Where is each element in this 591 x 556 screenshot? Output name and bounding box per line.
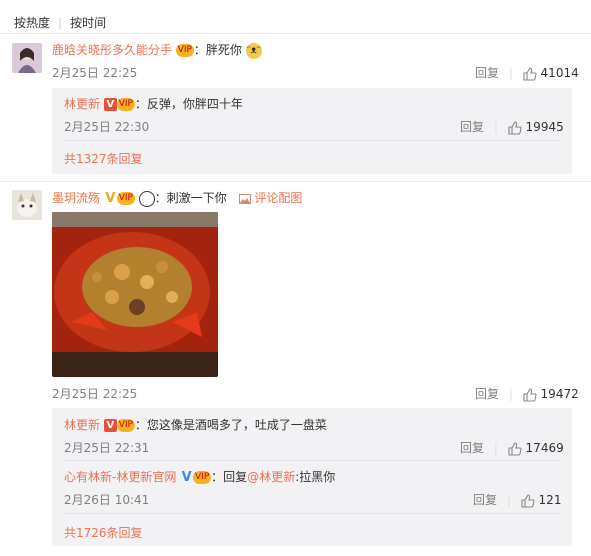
like-count: 41014 [540,66,579,80]
top-divider [0,33,591,34]
avatar[interactable] [12,190,42,220]
comment-divider [0,181,591,182]
reply-2-1-header: 林更新 V VIP ：您这像是酒喝多了，吐成了一盘菜 [64,416,327,433]
comment-2-time: 2月25日 22:25 [52,387,138,401]
comment-1-time: 2月25日 22:25 [52,66,138,80]
thumbs-up-icon[interactable] [508,441,522,456]
thumbs-up-icon[interactable] [508,120,522,135]
thumbs-up-icon[interactable] [523,387,537,402]
reply-username[interactable]: 心有林新-林更新官网 [64,470,176,484]
reply-actions: 回复 | 121 [473,493,562,508]
sort-divider: | [58,16,63,30]
cat-emoji-icon: ᵔᴥᵔ [245,42,262,59]
comment-1-text: ：胖死你 [193,43,242,57]
reply-divider [64,513,560,514]
reply-text: :拉黑你 [295,470,336,484]
avatar[interactable] [12,43,42,73]
comment-2-text: ：刺激一下你 [154,191,227,205]
sort-by-time[interactable]: 按时间 [70,14,106,31]
vip-icon: VIP [116,419,135,432]
like-count: 17469 [525,441,564,455]
vip-icon: VIP [175,44,194,57]
comment-2-header: 墨玥流殇 V VIP ：刺激一下你 评论配图 [52,189,302,207]
reply-text: ：您这像是酒喝多了，吐成了一盘菜 [134,418,327,432]
sort-bar: 按热度 | 按时间 [14,14,106,31]
like-count: 19945 [525,120,564,134]
like-count: 121 [538,493,562,507]
comment-2-username[interactable]: 墨玥流殇 [52,191,100,205]
verified-icon: V [181,470,192,485]
reply-button[interactable]: 回复 [475,387,499,401]
verified-icon: V [105,191,116,206]
reply-text: ：反弹，你胖四十年 [134,97,243,111]
reply-button[interactable]: 回复 [460,120,484,134]
comment-2-actions: 回复 | 19472 [475,387,579,402]
verified-icon: V [103,98,117,111]
comment-image[interactable] [52,212,218,377]
vip-icon: VIP [116,98,135,111]
thumbs-up-icon[interactable] [523,66,537,81]
reply-actions: 回复 | 17469 [460,441,564,456]
reply-button[interactable]: 回复 [473,493,497,507]
reply-2-2-header: 心有林新-林更新官网 V VIP ：回复@林更新:拉黑你 [64,468,335,485]
reply-time: 2月26日 10:41 [64,493,150,507]
reply-divider [64,140,560,141]
comment-1-actions: 回复 | 41014 [475,66,579,81]
reply-prefix: ：回复 [211,470,248,484]
panda-icon [138,190,155,207]
comment-picture-label: 评论配图 [254,191,303,205]
like-count: 19472 [540,387,579,401]
sort-by-hot[interactable]: 按热度 [14,14,50,31]
reply-button[interactable]: 回复 [460,441,484,455]
thumbs-up-icon[interactable] [521,493,535,508]
more-replies-link[interactable]: 共1726条回复 [64,524,143,541]
mention-link[interactable]: @林更新 [247,470,295,484]
reply-divider [64,460,560,461]
reply-username[interactable]: 林更新 [64,418,100,432]
reply-time: 2月25日 22:31 [64,441,150,455]
reply-username[interactable]: 林更新 [64,97,100,111]
reply-time: 2月25日 22:30 [64,120,150,134]
vip-icon: VIP [193,471,212,484]
image-icon [238,193,251,204]
comment-picture-link[interactable]: 评论配图 [238,191,303,205]
reply-1-header: 林更新 V VIP ：反弹，你胖四十年 [64,95,243,112]
comment-1-username[interactable]: 鹿晗关晓彤多久能分手 [52,43,172,57]
reply-actions: 回复 | 19945 [460,120,564,135]
comment-1-header: 鹿晗关晓彤多久能分手 VIP ：胖死你 ᵔᴥᵔ [52,41,262,59]
verified-icon: V [103,419,117,432]
vip-icon: VIP [116,192,135,205]
reply-button[interactable]: 回复 [475,66,499,80]
more-replies-link[interactable]: 共1327条回复 [64,150,143,167]
